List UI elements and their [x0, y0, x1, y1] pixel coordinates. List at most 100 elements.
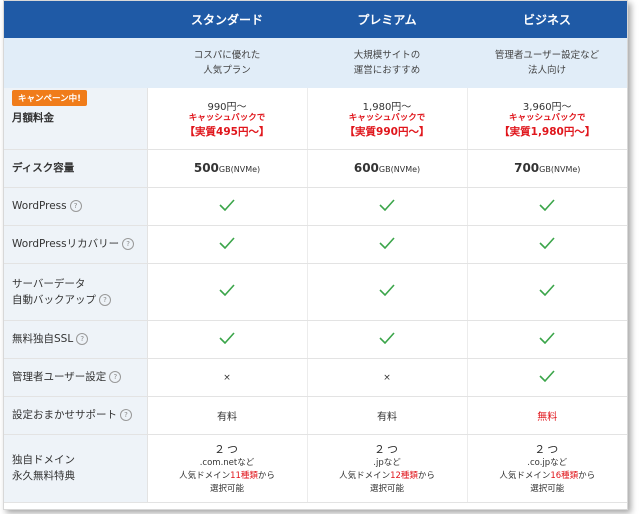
label-text: 無料独自SSL	[12, 333, 74, 345]
cross-mark: ×	[223, 372, 231, 383]
disk-size: 700	[514, 161, 540, 175]
row-backup: サーバーデータ 自動バックアップ?	[4, 263, 627, 321]
subtitle-line: 人気プラン	[203, 65, 251, 76]
support-value: 有料	[217, 411, 237, 423]
help-icon[interactable]: ?	[109, 371, 122, 383]
disk-business: 700GB(NVMe)	[467, 149, 627, 188]
subtitle-line: 大規模サイトの	[353, 50, 421, 61]
price-effective: 【実質990円〜】	[344, 125, 430, 138]
row-label-wordpress: WordPress?	[4, 187, 148, 226]
check-cell	[467, 263, 627, 321]
domain-types-count: 16種類	[550, 470, 579, 481]
label-text: 管理者ユーザー設定	[12, 371, 107, 383]
domain-premium: ２つ .jpなど 人気ドメイン12種類から 選択可能	[307, 434, 468, 503]
plan-header-standard: スタンダード	[147, 1, 307, 38]
price-cashback-note: キャッシュバックで	[188, 112, 266, 123]
subtitle-line: 運営におすすめ	[353, 65, 421, 76]
domain-business: ２つ .co.jpなど 人気ドメイン16種類から 選択可能	[467, 434, 628, 503]
row-label-disk: ディスク容量	[4, 149, 148, 188]
price-base: 3,960円〜	[522, 101, 572, 113]
disk-size: 600	[353, 161, 379, 175]
subtitle-line: 法人向け	[527, 65, 566, 76]
domain-tld: .jpなど	[373, 457, 401, 468]
domain-standard: ２つ .com.netなど 人気ドメイン11種類から 選択可能	[147, 434, 308, 503]
row-label-wp-recovery: WordPressリカバリー?	[4, 225, 148, 264]
plan-subtitle-standard: コスパに優れた 人気プラン	[147, 38, 307, 88]
help-icon[interactable]: ?	[76, 333, 89, 345]
plan-comparison-table: スタンダード プレミアム ビジネス コスパに優れた 人気プラン 大規模サイトの …	[3, 0, 628, 510]
row-domain: 独自ドメイン 永久無料特典 ２つ .com.netなど 人気ドメイン11種類から…	[4, 434, 628, 503]
check-cell	[307, 320, 468, 359]
cross-mark: ×	[383, 372, 391, 383]
label-text: WordPress	[12, 200, 67, 212]
plan-subtitle-premium: 大規模サイトの 運営におすすめ	[307, 38, 467, 88]
check-cell	[467, 320, 627, 359]
check-icon	[539, 369, 555, 382]
row-monthly-price: 月額料金 990円〜 キャッシュバックで 【実質495円〜】 1,980円〜 キ…	[4, 88, 627, 150]
check-icon	[379, 236, 395, 249]
domain-types-pre: 人気ドメイン	[179, 470, 231, 481]
label-text: 設定おまかせサポート	[12, 409, 117, 421]
row-label-setup-support: 設定おまかせサポート?	[4, 396, 148, 435]
help-icon[interactable]: ?	[122, 238, 135, 250]
campaign-badge: キャンペーン中!	[12, 90, 87, 106]
price-premium: 1,980円〜 キャッシュバックで 【実質990円〜】	[307, 88, 468, 150]
check-cell	[307, 225, 468, 264]
price-business: 3,960円〜 キャッシュバックで 【実質1,980円〜】	[467, 88, 627, 150]
check-icon	[379, 331, 395, 344]
help-icon[interactable]: ?	[69, 200, 82, 212]
disk-standard: 500GB(NVMe)	[147, 149, 308, 188]
domain-tld: .co.jpなど	[527, 457, 568, 468]
row-ssl: 無料独自SSL?	[4, 320, 627, 359]
row-wp-recovery: WordPressリカバリー?	[4, 225, 627, 264]
cross-cell: ×	[147, 358, 308, 397]
domain-types-count: 11種類	[230, 470, 258, 481]
disk-size: 500	[193, 161, 219, 175]
plan-subtitle-business: 管理者ユーザー設定など 法人向け	[467, 38, 627, 88]
label-text: 独自ドメイン	[12, 454, 75, 466]
check-cell	[147, 263, 308, 321]
row-wordpress: WordPress?	[4, 187, 627, 226]
domain-types-pre: 人気ドメイン	[339, 470, 391, 481]
domain-types: 人気ドメイン16種類から	[468, 470, 628, 483]
support-value: 有料	[377, 411, 397, 423]
disk-unit: GB(NVMe)	[218, 165, 261, 174]
disk-unit: GB(NVMe)	[378, 165, 421, 174]
domain-selectable: 選択可能	[209, 483, 244, 494]
domain-tld: .com.netなど	[199, 457, 255, 468]
support-business: 無料	[467, 396, 627, 435]
domain-selectable: 選択可能	[530, 483, 565, 494]
row-setup-support: 設定おまかせサポート? 有料 有料 無料	[4, 396, 627, 435]
domain-types-post: から	[578, 470, 596, 481]
check-icon	[219, 236, 235, 249]
help-icon[interactable]: ?	[99, 293, 111, 306]
domain-types: 人気ドメイン11種類から	[148, 470, 307, 483]
support-premium: 有料	[307, 396, 468, 435]
domain-count: ２つ	[374, 442, 400, 456]
price-base: 990円〜	[207, 101, 247, 113]
check-icon	[539, 284, 555, 296]
subtitle-empty-cell	[4, 38, 147, 88]
check-cell	[147, 187, 308, 226]
subtitle-line: 管理者ユーザー設定など	[494, 50, 600, 61]
row-disk: ディスク容量 500GB(NVMe) 600GB(NVMe) 700GB(NVM…	[4, 149, 627, 188]
check-cell	[147, 320, 308, 359]
row-label-admin-user: 管理者ユーザー設定?	[4, 358, 148, 397]
support-standard: 有料	[147, 396, 308, 435]
check-cell	[467, 358, 627, 397]
domain-count: ２つ	[534, 442, 561, 456]
domain-types: 人気ドメイン12種類から	[308, 470, 467, 483]
row-admin-user: 管理者ユーザー設定? × ×	[4, 358, 627, 397]
help-icon[interactable]: ?	[120, 409, 132, 421]
check-cell	[467, 225, 627, 264]
header-empty-cell	[4, 1, 147, 38]
price-standard: 990円〜 キャッシュバックで 【実質495円〜】	[147, 88, 308, 150]
label-text: WordPressリカバリー	[12, 238, 120, 250]
label-text: ディスク容量	[12, 162, 75, 174]
check-cell	[467, 187, 627, 226]
domain-types-count: 12種類	[390, 470, 418, 481]
row-label-domain: 独自ドメイン 永久無料特典	[4, 434, 148, 503]
check-cell	[307, 263, 468, 321]
row-label-backup: サーバーデータ 自動バックアップ?	[4, 263, 148, 321]
domain-selectable: 選択可能	[369, 483, 404, 494]
